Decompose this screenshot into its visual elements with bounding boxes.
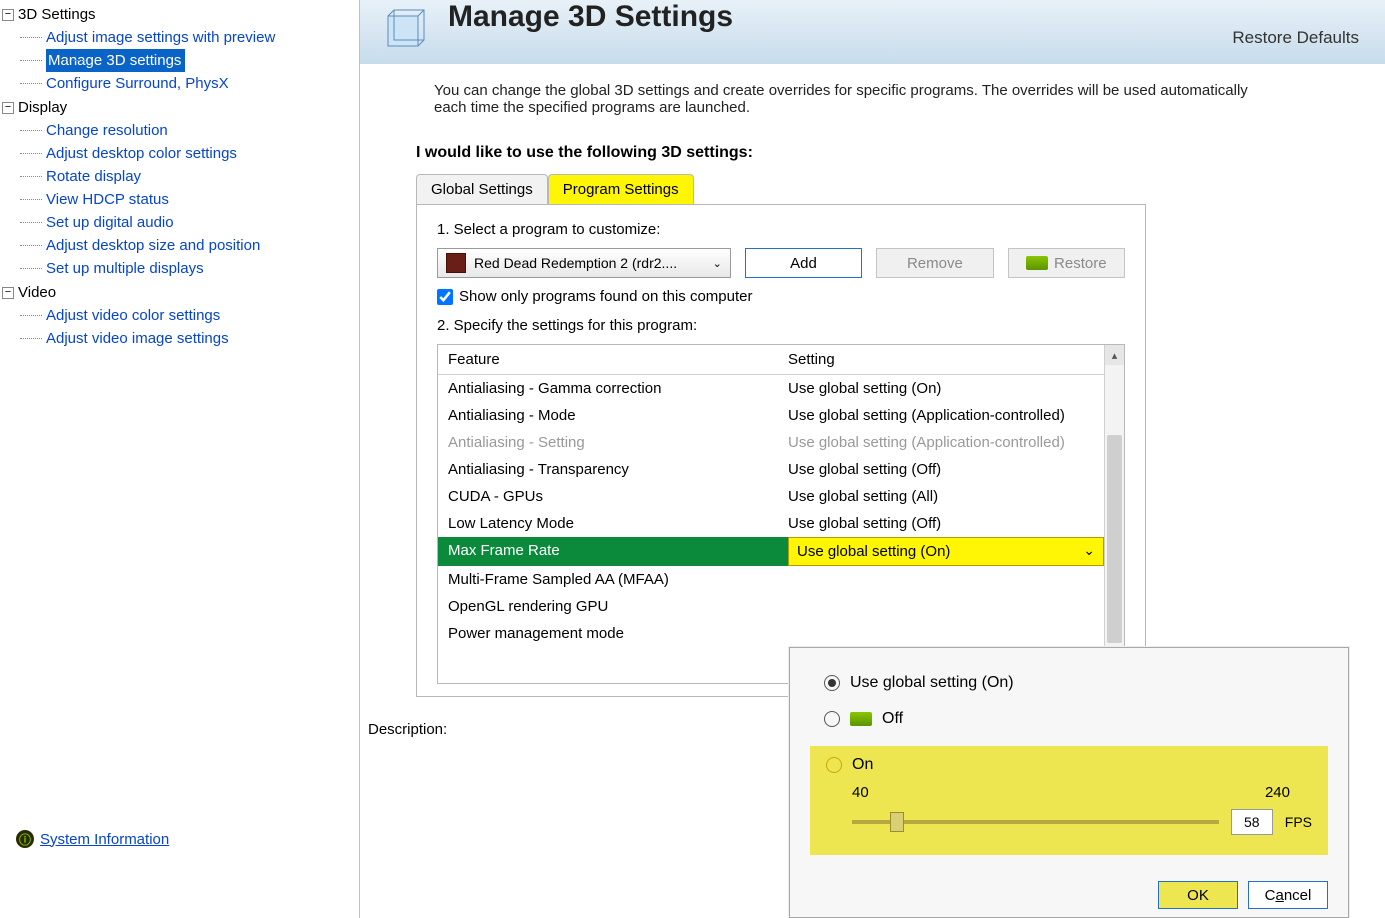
show-only-checkbox[interactable]: Show only programs found on this compute…: [437, 288, 1125, 305]
show-only-checkbox-input[interactable]: [437, 289, 453, 305]
option-on-block: On 40 240 FPS: [810, 746, 1328, 855]
setting-cell: [788, 625, 1094, 642]
slider-min-label: 40: [852, 784, 869, 801]
radio-icon: [824, 711, 840, 727]
table-row[interactable]: OpenGL rendering GPU: [438, 593, 1104, 620]
tree-item[interactable]: Set up digital audio: [2, 211, 353, 234]
option-use-global[interactable]: Use global setting (On): [810, 674, 1328, 692]
col-setting-header[interactable]: Setting: [788, 351, 1094, 368]
table-scrollbar[interactable]: ▴ ▾: [1104, 345, 1124, 683]
tree-item[interactable]: Rotate display: [2, 165, 353, 188]
fps-input[interactable]: [1231, 809, 1273, 835]
fps-unit-label: FPS: [1285, 814, 1312, 830]
slider-thumb[interactable]: [890, 812, 904, 832]
col-feature-header[interactable]: Feature: [448, 351, 788, 368]
feature-table: Feature Setting Antialiasing - Gamma cor…: [438, 345, 1104, 683]
option-off[interactable]: Off: [810, 710, 1328, 728]
feature-cell: OpenGL rendering GPU: [448, 598, 788, 615]
info-icon: ⓘ: [16, 830, 34, 848]
radio-icon: [824, 675, 840, 691]
step1-label: 1. Select a program to customize:: [437, 221, 1125, 238]
radio-icon: [826, 757, 842, 773]
setting-cell: Use global setting (Application-controll…: [788, 434, 1094, 451]
tree-expand-icon[interactable]: −: [2, 102, 14, 114]
section-label: I would like to use the following 3D set…: [360, 126, 1385, 174]
table-row[interactable]: Power management mode: [438, 620, 1104, 647]
slider-max-label: 240: [1265, 784, 1290, 801]
program-settings-panel: 1. Select a program to customize: Red De…: [416, 204, 1146, 697]
header-3d-icon: [382, 6, 430, 54]
tree-item[interactable]: Set up multiple displays: [2, 257, 353, 280]
tree-item[interactable]: Adjust desktop size and position: [2, 234, 353, 257]
tree-item[interactable]: Adjust desktop color settings: [2, 142, 353, 165]
table-row[interactable]: Antialiasing - SettingUse global setting…: [438, 429, 1104, 456]
restore-button: Restore: [1008, 248, 1125, 278]
tree-group-label[interactable]: 3D Settings: [18, 6, 96, 23]
program-name: Red Dead Redemption 2 (rdr2....: [474, 255, 677, 271]
tab-global-settings[interactable]: Global Settings: [416, 174, 548, 204]
scroll-up-icon[interactable]: ▴: [1105, 345, 1124, 365]
table-row[interactable]: Antialiasing - Gamma correctionUse globa…: [438, 375, 1104, 402]
tree-item[interactable]: View HDCP status: [2, 188, 353, 211]
setting-cell: Use global setting (Off): [788, 461, 1094, 478]
max-frame-rate-popup: Use global setting (On) Off On 40 240: [789, 647, 1349, 918]
tree-item-selected[interactable]: Manage 3D settings: [46, 49, 185, 72]
tree-expand-icon[interactable]: −: [2, 287, 14, 299]
feature-cell: Max Frame Rate: [438, 537, 788, 566]
nvidia-icon: [1026, 256, 1048, 270]
remove-button: Remove: [876, 248, 993, 278]
setting-cell: [788, 571, 1094, 588]
page-title: Manage 3D Settings: [448, 0, 733, 34]
chevron-down-icon: ⌄: [713, 257, 722, 270]
tree-group-label[interactable]: Display: [18, 99, 67, 116]
nvidia-icon: [850, 712, 872, 726]
table-row[interactable]: Antialiasing - TransparencyUse global se…: [438, 456, 1104, 483]
content-pane: Manage 3D Settings Restore Defaults You …: [360, 0, 1385, 918]
table-row[interactable]: Max Frame RateUse global setting (On): [438, 537, 1104, 566]
table-row[interactable]: Low Latency ModeUse global setting (Off): [438, 510, 1104, 537]
tab-program-settings[interactable]: Program Settings: [548, 174, 694, 204]
scroll-thumb[interactable]: [1107, 435, 1122, 643]
nav-sidebar: −3D SettingsAdjust image settings with p…: [0, 0, 360, 918]
table-row[interactable]: Multi-Frame Sampled AA (MFAA): [438, 566, 1104, 593]
tree-item[interactable]: Change resolution: [2, 119, 353, 142]
tree-expand-icon[interactable]: −: [2, 9, 14, 21]
program-select[interactable]: Red Dead Redemption 2 (rdr2.... ⌄: [437, 248, 731, 278]
intro-text: You can change the global 3D settings an…: [360, 64, 1280, 126]
feature-cell: Multi-Frame Sampled AA (MFAA): [448, 571, 788, 588]
feature-cell: Antialiasing - Mode: [448, 407, 788, 424]
cancel-button[interactable]: Cancel: [1248, 881, 1328, 909]
tree-item[interactable]: Adjust video color settings: [2, 304, 353, 327]
add-button[interactable]: Add: [745, 248, 862, 278]
tree-group-label[interactable]: Video: [18, 284, 56, 301]
table-row[interactable]: Antialiasing - ModeUse global setting (A…: [438, 402, 1104, 429]
feature-cell: Antialiasing - Setting: [448, 434, 788, 451]
setting-cell: [788, 598, 1094, 615]
system-information-link[interactable]: ⓘ System Information: [16, 830, 169, 848]
setting-dropdown[interactable]: Use global setting (On): [788, 537, 1104, 566]
fps-slider[interactable]: [852, 820, 1219, 824]
feature-cell: Low Latency Mode: [448, 515, 788, 532]
feature-cell: Antialiasing - Gamma correction: [448, 380, 788, 397]
table-row[interactable]: CUDA - GPUsUse global setting (All): [438, 483, 1104, 510]
tree-item[interactable]: Adjust video image settings: [2, 327, 353, 350]
ok-button[interactable]: OK: [1158, 881, 1238, 909]
program-icon: [446, 253, 466, 273]
setting-cell: Use global setting (Off): [788, 515, 1094, 532]
setting-cell: Use global setting (Application-controll…: [788, 407, 1094, 424]
tree-item[interactable]: Configure Surround, PhysX: [2, 72, 353, 95]
option-on[interactable]: On: [826, 756, 1312, 774]
setting-cell: Use global setting (All): [788, 488, 1094, 505]
restore-defaults-link[interactable]: Restore Defaults: [1232, 28, 1359, 48]
setting-cell: Use global setting (On): [788, 380, 1094, 397]
step2-label: 2. Specify the settings for this program…: [437, 317, 1125, 334]
feature-cell: Antialiasing - Transparency: [448, 461, 788, 478]
feature-cell: Power management mode: [448, 625, 788, 642]
tree-item[interactable]: Adjust image settings with preview: [2, 26, 353, 49]
feature-cell: CUDA - GPUs: [448, 488, 788, 505]
page-header: Manage 3D Settings Restore Defaults: [360, 0, 1385, 64]
